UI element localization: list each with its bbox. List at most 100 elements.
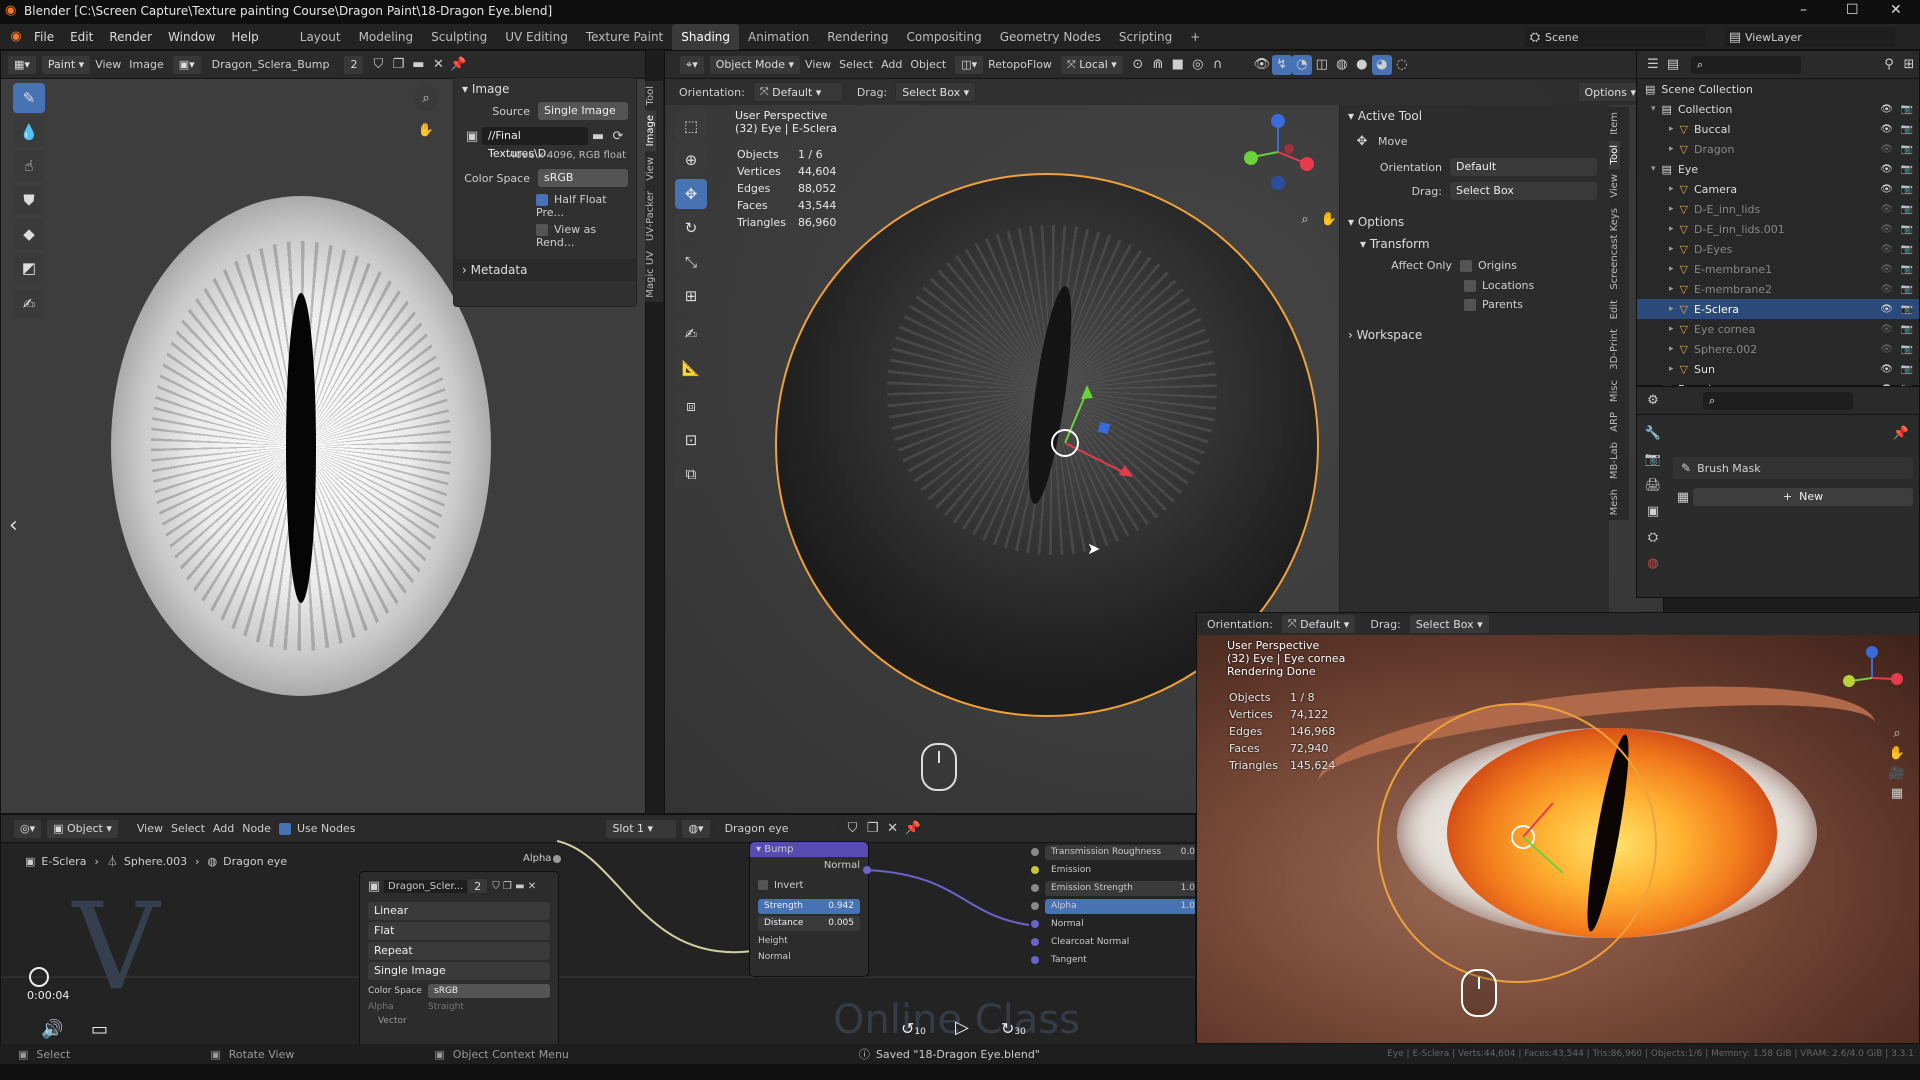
scale-tool[interactable]: ⤡ [675, 247, 707, 277]
gpencil-dropdown[interactable]: ◫▾ [954, 54, 985, 75]
zoom-icon[interactable]: ⌕ [413, 85, 439, 111]
visibility-eye-icon[interactable]: 👁 [1880, 364, 1893, 375]
proportional-edit-icon[interactable]: ◎ [1188, 55, 1208, 75]
tab-animation[interactable]: Animation [739, 24, 818, 50]
collapse-left-arrow-icon[interactable]: ‹ [9, 513, 18, 538]
transform-tool[interactable]: ⊞ [675, 281, 707, 311]
viewport-add-menu[interactable]: Add [881, 58, 902, 71]
scene-collection-row[interactable]: ▤ Scene Collection [1637, 79, 1919, 99]
locations-checkbox[interactable]: Locations [1340, 276, 1609, 295]
side-tab-item[interactable]: Item [1609, 107, 1620, 140]
bsdf-input-socket[interactable] [1031, 884, 1039, 892]
side-tab-view[interactable]: View [645, 152, 656, 186]
bsdf-input-socket[interactable] [1031, 938, 1039, 946]
tool-tab-icon[interactable]: 🔧 [1643, 423, 1663, 443]
bsdf-input-row[interactable]: Emission Strength 1.0 [1031, 879, 1195, 897]
fake-user-icon[interactable]: ⛉ [368, 55, 388, 75]
visibility-eye-icon[interactable]: 👁 [1880, 124, 1893, 135]
render-axis-gizmo[interactable] [1837, 643, 1907, 713]
expand-arrow-icon[interactable]: ▸ [1669, 364, 1674, 374]
transform-orientation-dropdown[interactable]: ⤧ Local ▾ [1059, 54, 1124, 75]
image-node-cs-dropdown[interactable]: sRGB [428, 984, 550, 998]
blender-menu-icon[interactable]: ◉ [6, 27, 26, 47]
side-tab-edit[interactable]: Edit [1609, 295, 1620, 324]
axis-navigation-gizmo[interactable] [1233, 107, 1323, 197]
visibility-eye-icon[interactable]: 👁 [1880, 104, 1893, 115]
outliner-row[interactable]: ▸ ▽ E-membrane1 👁 📷 [1637, 259, 1919, 279]
orientation-dropdown[interactable]: ⤧ Default ▾ [752, 82, 843, 102]
outliner-row[interactable]: ▾ ▤ Collection 👁 📷 [1637, 99, 1919, 119]
tab-sculpting[interactable]: Sculpting [422, 24, 496, 50]
image-name-field[interactable]: Dragon_Sclera_Bump [205, 56, 336, 73]
visibility-eye-icon[interactable]: 👁 [1880, 324, 1893, 335]
render-camera-toggle-icon[interactable]: 📷 [1901, 244, 1913, 255]
bsdf-input-field[interactable]: Alpha 1.0 [1045, 898, 1195, 914]
render-camera-icon[interactable]: 🎥 [1887, 763, 1907, 783]
mask-tool[interactable]: ◩ [13, 253, 45, 283]
side-tab-arp[interactable]: ARP [1609, 407, 1620, 437]
render-zoom-icon[interactable]: ⌕ [1887, 723, 1907, 743]
expand-arrow-icon[interactable]: ▾ [1651, 104, 1656, 114]
image-menu[interactable]: Image [129, 58, 163, 71]
pan-hand-icon[interactable]: ✋ [413, 117, 439, 143]
outliner-row[interactable]: ▸ ▽ D-E_inn_lids.001 👁 📷 [1637, 219, 1919, 239]
render-move-gizmo[interactable] [1487, 783, 1607, 903]
editor-type-button[interactable]: ▦▾ [7, 54, 37, 75]
retopo-tool[interactable]: ⊡ [675, 425, 707, 455]
filter-icon[interactable]: ⚲ [1879, 55, 1899, 75]
bsdf-input-field[interactable]: Tangent [1045, 953, 1195, 968]
source-dropdown[interactable]: Single Image [538, 102, 628, 120]
bsdf-input-field[interactable]: Emission Strength 1.0 [1045, 880, 1195, 896]
bsdf-input-field[interactable]: Emission [1045, 863, 1195, 878]
clone-tool[interactable]: ⛊ [13, 185, 45, 215]
side-tab-tool[interactable]: Tool [645, 81, 656, 110]
render-camera-toggle-icon[interactable]: 📷 [1901, 144, 1913, 155]
outliner-row[interactable]: ▸ ▽ Buccal 👁 📷 [1637, 119, 1919, 139]
paint-mode-dropdown[interactable]: Paint ▾ [40, 54, 92, 75]
menu-render[interactable]: Render [101, 24, 160, 50]
smear-tool[interactable]: ☝ [13, 151, 45, 181]
expand-arrow-icon[interactable]: ▸ [1669, 344, 1674, 354]
image-panel-header[interactable]: ▾ Image [454, 78, 636, 100]
scene-tab-icon[interactable]: ⛭ [1643, 527, 1663, 547]
minimize-button[interactable]: – [1800, 2, 1807, 18]
expand-arrow-icon[interactable]: ▸ [1669, 304, 1674, 314]
bsdf-input-field[interactable]: Normal [1045, 917, 1195, 932]
outliner-row[interactable]: ▸ ▽ Sun 👁 📷 [1637, 359, 1919, 379]
shading-wireframe-icon[interactable]: ◍ [1332, 55, 1352, 75]
viewport-options-button[interactable]: Options ▾ [1577, 82, 1643, 102]
tab-geometry-nodes[interactable]: Geometry Nodes [991, 24, 1110, 50]
bsdf-input-row[interactable]: Transmission Roughness 0.0 [1031, 843, 1195, 861]
outliner-row[interactable]: ▸ ▽ Eye cornea 👁 📷 [1637, 319, 1919, 339]
filepath-field[interactable]: //Final Textures\D... [482, 127, 588, 160]
expand-arrow-icon[interactable]: ▸ [1669, 184, 1674, 194]
viewlayer-selector[interactable]: ▤ ViewLayer [1725, 27, 1895, 47]
image-node-browse-icon[interactable]: ▣ [364, 876, 384, 896]
pin-properties-icon[interactable]: 📌 [1891, 423, 1911, 443]
cursor-tool[interactable]: ⊕ [675, 145, 707, 175]
world-tab-icon[interactable]: ◍ [1643, 553, 1663, 573]
render-camera-toggle-icon[interactable]: 📷 [1901, 284, 1913, 295]
gizmo-toggle-icon[interactable]: ↯ [1271, 54, 1292, 75]
shading-solid-icon[interactable]: ● [1352, 55, 1372, 75]
object-mode-dropdown[interactable]: Object Mode ▾ [708, 54, 802, 75]
drag-dropdown[interactable]: Select Box ▾ [895, 82, 977, 102]
distance-field[interactable]: Distance 0.005 [758, 916, 860, 931]
move-gizmo[interactable] [1025, 351, 1205, 511]
render-camera-toggle-icon[interactable]: 📷 [1901, 164, 1913, 175]
visibility-eye-icon[interactable]: 👁 [1880, 244, 1893, 255]
visibility-eye-icon[interactable]: 👁 [1880, 184, 1893, 195]
alpha-output-socket[interactable] [553, 855, 561, 863]
render-camera-toggle-icon[interactable]: 📷 [1901, 324, 1913, 335]
viewport-select-menu[interactable]: Select [839, 58, 873, 71]
render-camera-toggle-icon[interactable]: 📷 [1901, 124, 1913, 135]
side-tab-3d-print[interactable]: 3D-Print [1609, 324, 1620, 375]
bsdf-input-row[interactable]: Clearcoat Normal [1031, 933, 1195, 951]
close-button[interactable]: ✕ [1890, 2, 1902, 18]
view-menu[interactable]: View [95, 58, 121, 71]
expand-arrow-icon[interactable]: ▸ [1669, 284, 1674, 294]
render-camera-toggle-icon[interactable]: 📷 [1901, 264, 1913, 275]
outliner-row[interactable]: ▾ ▤ Eye 👁 📷 [1637, 159, 1919, 179]
folder-icon[interactable]: ▬ [588, 126, 608, 146]
properties-search[interactable]: ⌕ [1703, 391, 1853, 410]
